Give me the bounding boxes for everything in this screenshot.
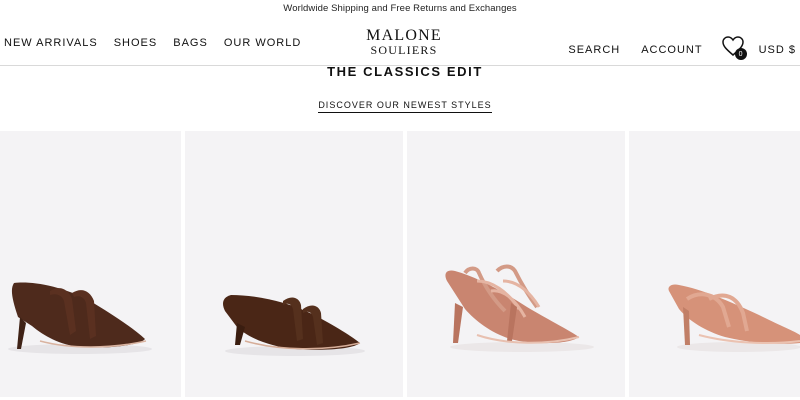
nav-new-arrivals[interactable]: NEW ARRIVALS (4, 37, 98, 49)
brand-logo[interactable]: MALONE SOULIERS (339, 28, 469, 57)
search-link[interactable]: SEARCH (568, 44, 620, 56)
nav-our-world[interactable]: OUR WORLD (224, 37, 301, 49)
utility-nav: SEARCH ACCOUNT 0 USD $ (568, 35, 796, 62)
site-header: NEW ARRIVALS SHOES BAGS OUR WORLD MALONE… (0, 17, 800, 66)
product-grid (0, 131, 800, 400)
collection-title: THE CLASSICS EDIT (327, 64, 483, 79)
nav-bags[interactable]: BAGS (173, 37, 208, 49)
discover-newest-styles-link[interactable]: DISCOVER OUR NEWEST STYLES (318, 100, 492, 113)
product-tile[interactable] (407, 131, 625, 397)
currency-selector[interactable]: USD $ (759, 44, 796, 56)
shoe-image (445, 264, 594, 352)
main-nav: NEW ARRIVALS SHOES BAGS OUR WORLD (4, 37, 301, 49)
shoe-image (8, 282, 152, 354)
wishlist-count-badge: 0 (734, 48, 747, 60)
product-tile[interactable] (0, 131, 181, 397)
product-tile[interactable] (185, 131, 403, 397)
account-link[interactable]: ACCOUNT (641, 44, 702, 56)
logo-line-1: MALONE (366, 27, 442, 44)
wishlist-button[interactable]: 0 (721, 35, 747, 60)
shoe-image (223, 295, 365, 356)
nav-shoes[interactable]: SHOES (114, 37, 158, 49)
product-tile[interactable] (629, 131, 800, 397)
shoe-image (668, 284, 800, 352)
logo-line-2: SOULIERS (370, 43, 438, 57)
announcement-bar: Worldwide Shipping and Free Returns and … (283, 3, 517, 14)
